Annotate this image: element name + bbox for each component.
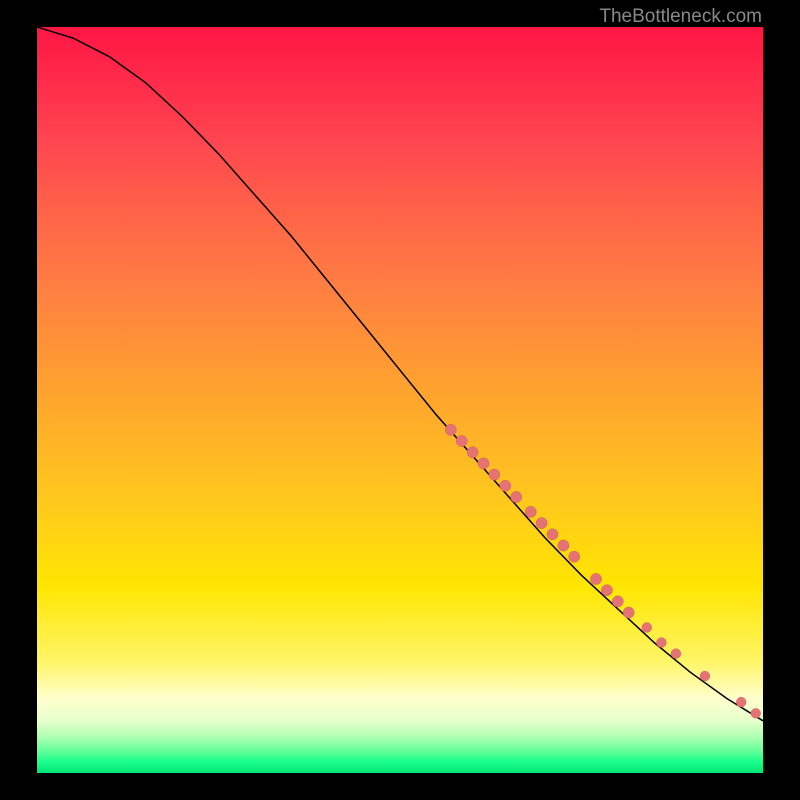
data-point: [736, 697, 746, 707]
watermark: TheBottleneck.com: [599, 6, 762, 28]
data-point: [489, 469, 500, 480]
data-point: [612, 596, 623, 607]
data-point: [569, 551, 580, 562]
data-point: [478, 458, 489, 469]
data-point: [500, 480, 511, 491]
data-point: [525, 506, 536, 517]
data-point: [456, 435, 467, 446]
data-point: [511, 491, 522, 502]
data-points-group: [445, 424, 760, 718]
data-point: [657, 638, 667, 648]
chart-svg: [37, 27, 763, 773]
data-point: [601, 585, 612, 596]
data-point: [558, 540, 569, 551]
data-point: [445, 424, 456, 435]
data-point: [467, 447, 478, 458]
curve-line: [37, 27, 763, 721]
data-point: [547, 529, 558, 540]
data-point: [642, 623, 652, 633]
data-point: [700, 671, 710, 681]
data-point: [623, 607, 634, 618]
data-point: [751, 708, 761, 718]
chart-container: [37, 27, 763, 773]
data-point: [671, 649, 681, 659]
data-point: [590, 573, 601, 584]
data-point: [536, 518, 547, 529]
